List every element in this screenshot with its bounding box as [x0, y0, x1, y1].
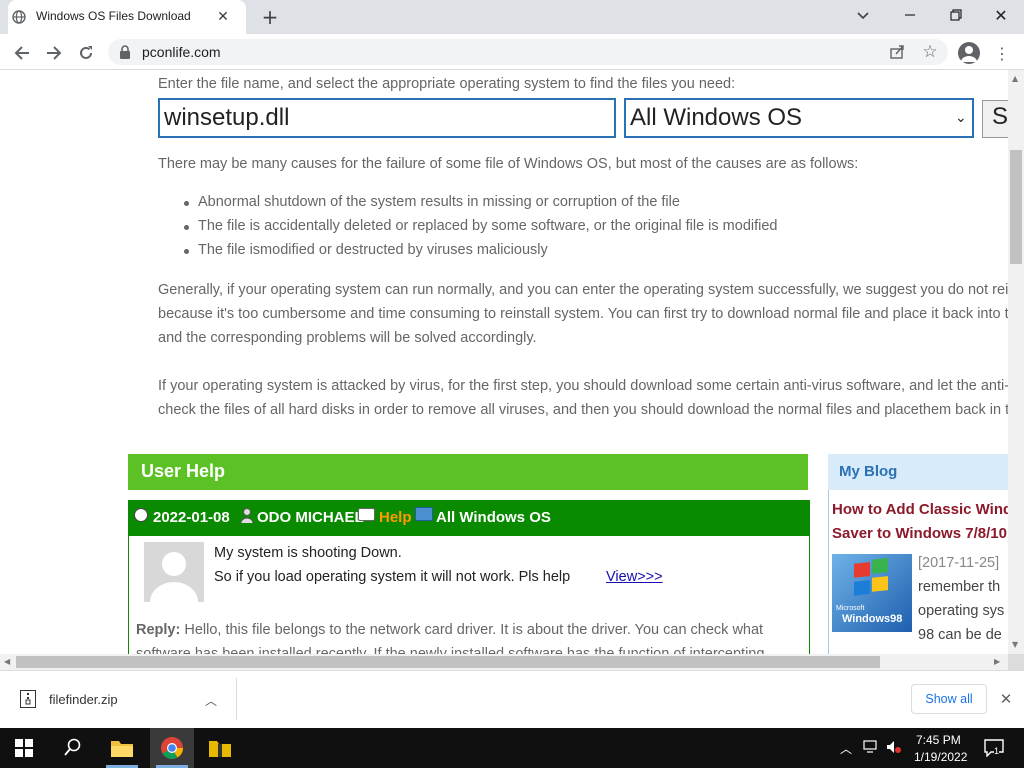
- back-arrow-icon[interactable]: [12, 43, 32, 63]
- globe-icon: [12, 10, 26, 24]
- minimize-icon[interactable]: [898, 4, 922, 26]
- user-icon: [240, 507, 254, 523]
- reply-body: software has been installed recently. If…: [136, 646, 765, 654]
- kebab-menu-icon[interactable]: ⋮: [994, 43, 1010, 63]
- virus-paragraph-line: If your operating system is attacked by …: [158, 378, 1008, 394]
- scroll-down-arrow-icon[interactable]: ▼: [1012, 640, 1018, 649]
- restore-icon[interactable]: [944, 4, 968, 26]
- volume-muted-icon[interactable]: [886, 740, 902, 754]
- profile-avatar-icon[interactable]: [958, 42, 980, 64]
- comment-icon: [358, 508, 375, 521]
- blog-thumbnail[interactable]: Microsoft Windows98: [832, 554, 912, 632]
- scroll-left-arrow-icon[interactable]: ◀: [4, 657, 10, 666]
- close-download-bar-icon[interactable]: ✕: [997, 690, 1015, 708]
- chevron-up-icon[interactable]: ︿: [205, 692, 217, 709]
- folder-app-taskbar-button[interactable]: [198, 728, 242, 768]
- reply-label: Reply:: [136, 622, 181, 638]
- blog-date: [2017-11-25]: [918, 555, 1000, 571]
- clock-date[interactable]: 1/19/2022: [914, 750, 967, 764]
- advice-paragraph-line: Generally, if your operating system can …: [158, 282, 1008, 298]
- user-help-title: User Help: [141, 461, 226, 481]
- chevron-down-icon[interactable]: ⌄: [955, 110, 967, 126]
- clock-time[interactable]: 7:45 PM: [916, 733, 961, 747]
- share-icon[interactable]: [888, 43, 906, 61]
- blog-excerpt: 98 can be de: [918, 627, 1002, 643]
- search-icon[interactable]: [62, 736, 84, 758]
- avatar: [144, 542, 204, 602]
- blog-post-link[interactable]: Saver to Windows 7/8/10: [832, 525, 1007, 542]
- windows-logo-icon: [854, 558, 888, 596]
- close-tab-icon[interactable]: ✕: [214, 8, 232, 26]
- question-text: So if you load operating system it will …: [214, 569, 571, 585]
- scroll-right-arrow-icon[interactable]: ▶: [994, 657, 1000, 666]
- bookmark-star-icon[interactable]: ☆: [920, 42, 940, 62]
- search-intro-text: Enter the file name, and select the appr…: [158, 76, 736, 92]
- post-date: 2022-01-08: [153, 509, 230, 526]
- scrollbar-corner: [1008, 654, 1024, 670]
- windows-start-icon[interactable]: [15, 739, 33, 757]
- lock-icon[interactable]: [119, 45, 131, 59]
- blog-post-link[interactable]: How to Add Classic Windo: [832, 501, 1008, 518]
- file-explorer-taskbar-button[interactable]: [100, 728, 144, 768]
- os-select[interactable]: All Windows OS: [624, 98, 974, 138]
- blog-excerpt: operating sys: [918, 603, 1005, 619]
- question-text: My system is shooting Down.: [214, 545, 402, 561]
- advice-paragraph-line: because it's too cumbersome and time con…: [158, 306, 1008, 322]
- vertical-scroll-thumb[interactable]: [1010, 150, 1022, 264]
- cause-item: The file is accidentally deleted or repl…: [198, 218, 778, 234]
- thumb-label: Windows98: [842, 613, 902, 625]
- virus-paragraph-line: check the files of all hard disks in ord…: [158, 402, 1008, 418]
- tab-search-chevron-icon[interactable]: [852, 6, 874, 26]
- file-name-input[interactable]: winsetup.dll: [158, 98, 616, 138]
- page-viewport: Enter the file name, and select the appr…: [0, 70, 1008, 654]
- post-author: ODO MICHAEL: [257, 509, 364, 526]
- view-link[interactable]: View>>>: [606, 569, 663, 585]
- divider: [236, 678, 237, 720]
- reply-body: Hello, this file belongs to the network …: [180, 622, 764, 638]
- folder-icon: [111, 741, 133, 757]
- post-os: All Windows OS: [436, 509, 551, 526]
- advice-paragraph-line: and the corresponding problems will be s…: [158, 330, 537, 346]
- clock-icon: [134, 508, 148, 522]
- tab-title: Windows OS Files Download: [36, 9, 191, 23]
- blog-excerpt: remember th: [918, 579, 1001, 595]
- cause-item: Abnormal shutdown of the system results …: [198, 194, 680, 210]
- bullet-dot: [184, 201, 189, 206]
- search-button[interactable]: S: [982, 100, 1008, 138]
- post-category: Help: [379, 509, 412, 526]
- cause-item: The file ismodified or destructed by vir…: [198, 242, 548, 258]
- bullet-dot: [184, 225, 189, 230]
- address-bar[interactable]: [108, 39, 948, 65]
- network-icon[interactable]: [862, 740, 880, 754]
- scroll-up-arrow-icon[interactable]: ▲: [1012, 74, 1018, 83]
- download-bar: [0, 670, 1024, 728]
- causes-intro-text: There may be many causes for the failure…: [158, 156, 859, 172]
- tray-chevron-up-icon[interactable]: ︿: [840, 740, 852, 757]
- show-all-button[interactable]: Show all: [911, 684, 987, 714]
- computer-icon: [415, 507, 433, 521]
- forward-arrow-icon[interactable]: [44, 43, 64, 63]
- thumb-brand: Microsoft: [836, 605, 864, 612]
- user-help-header: [128, 454, 808, 490]
- zip-file-icon[interactable]: [20, 690, 36, 708]
- window-close-icon[interactable]: ✕: [989, 4, 1013, 26]
- chrome-icon: [161, 737, 183, 759]
- new-tab-button[interactable]: +: [258, 5, 282, 29]
- chrome-taskbar-button[interactable]: [150, 728, 194, 768]
- download-file-name[interactable]: filefinder.zip: [49, 692, 118, 707]
- url-text[interactable]: pconlife.com: [142, 44, 221, 60]
- bullet-dot: [184, 249, 189, 254]
- blog-title: My Blog: [839, 463, 898, 480]
- reload-icon[interactable]: [76, 43, 96, 63]
- horizontal-scroll-thumb[interactable]: [16, 656, 880, 668]
- notification-count: 1: [994, 746, 1000, 756]
- reply-text: Reply: Hello, this file belongs to the n…: [136, 622, 763, 638]
- zip-folder-icon: [209, 741, 231, 757]
